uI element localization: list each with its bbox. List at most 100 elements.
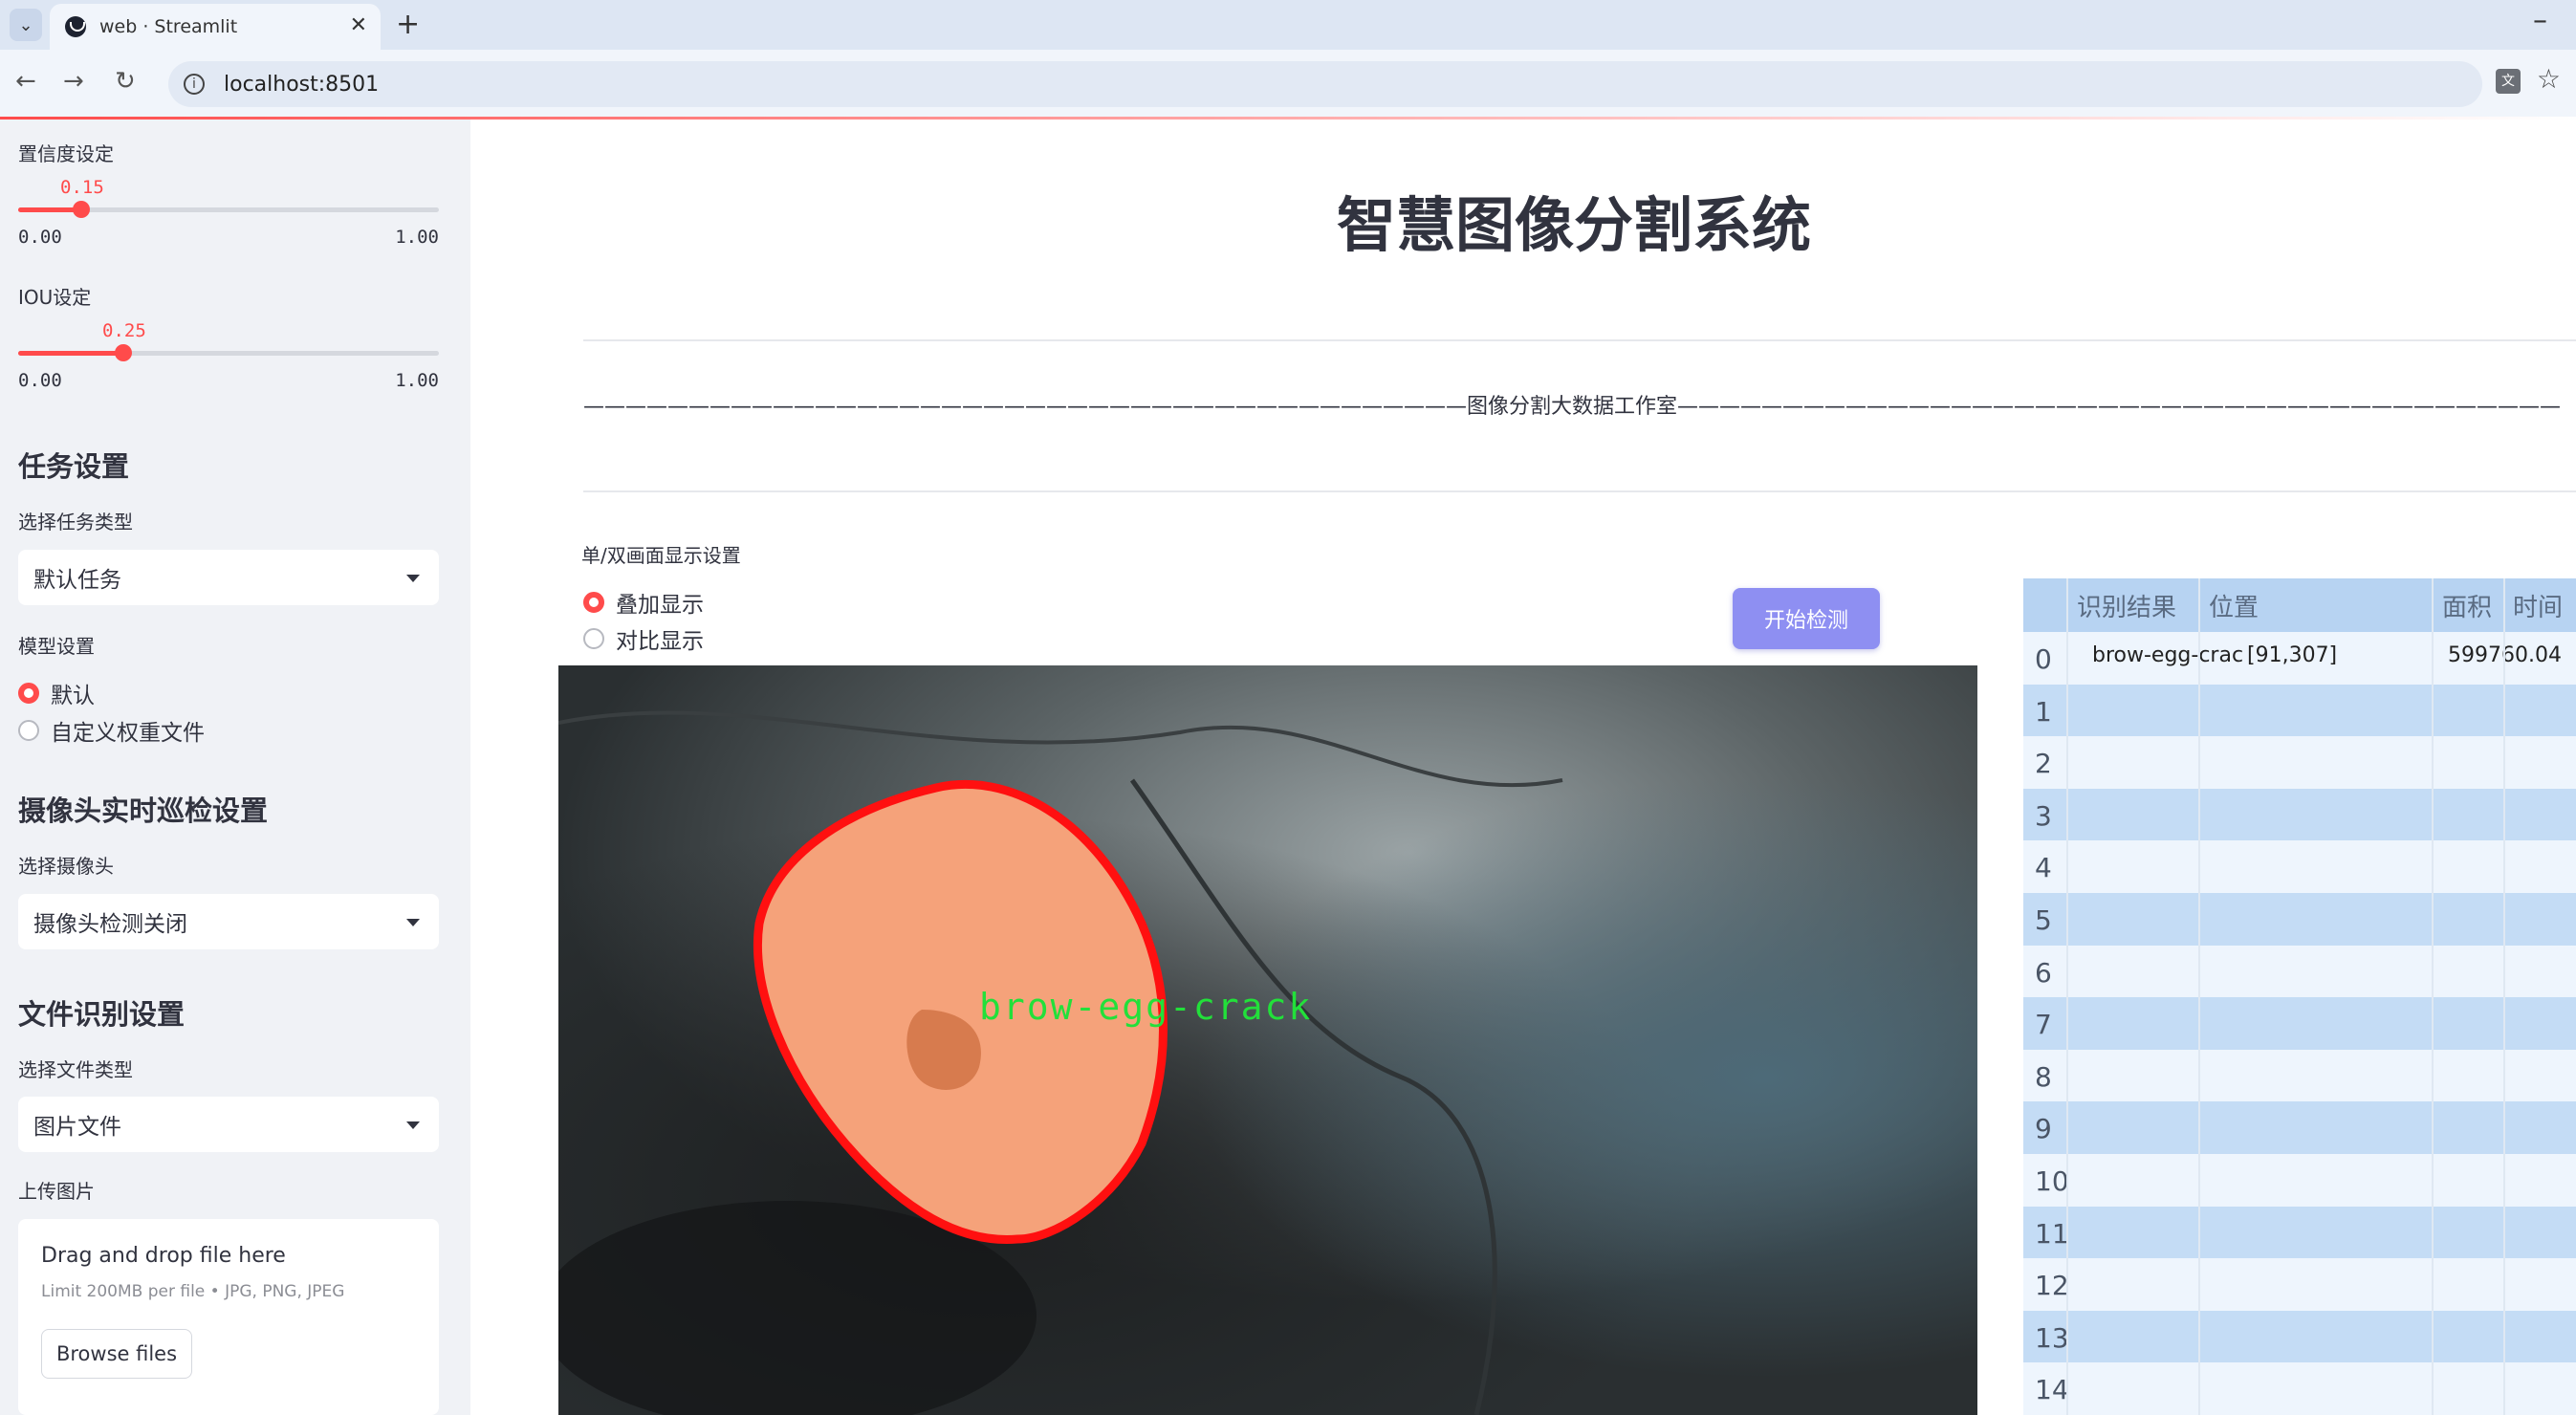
camera-label: 选择摄像头 xyxy=(18,855,114,878)
back-arrow-icon[interactable]: ← xyxy=(15,67,36,96)
file-type-label: 选择文件类型 xyxy=(18,1058,133,1081)
detection-result-image: brow-egg-crack xyxy=(558,665,1977,1415)
column-header-result[interactable]: 识别结果 xyxy=(2077,588,2176,623)
chevron-down-icon xyxy=(406,1121,420,1129)
new-tab-icon[interactable]: + xyxy=(396,8,420,41)
row-index: 2 xyxy=(2035,748,2052,780)
model-label: 模型设置 xyxy=(18,635,95,658)
iou-thumb[interactable] xyxy=(115,344,132,361)
column-header-area[interactable]: 面积 xyxy=(2442,588,2492,623)
table-row[interactable]: 8 xyxy=(2023,1049,2576,1102)
iou-track[interactable] xyxy=(18,344,439,361)
iou-slider[interactable]: 0.25 0.00 1.00 xyxy=(18,320,439,391)
detection-label-text: brow-egg-crack xyxy=(979,986,1312,1028)
iou-max: 1.00 xyxy=(395,370,439,391)
upload-label: 上传图片 xyxy=(18,1180,95,1203)
column-header-position[interactable]: 位置 xyxy=(2209,588,2259,623)
table-row[interactable]: 12 xyxy=(2023,1258,2576,1312)
results-table[interactable]: 识别结果 位置 面积 时间 0 brow-egg-crac [91,307] 5997… xyxy=(2023,578,2576,1415)
minimize-window-icon[interactable]: – xyxy=(2533,4,2547,37)
file-dropzone[interactable]: Drag and drop file here Limit 200MB per … xyxy=(18,1219,439,1415)
row-index: 9 xyxy=(2035,1113,2052,1145)
camera-value: 摄像头检测关闭 xyxy=(33,912,187,937)
column-header-time[interactable]: 时间 xyxy=(2513,588,2563,623)
radio-unselected-icon[interactable] xyxy=(18,720,39,741)
page-title: 智慧图像分割系统 xyxy=(1336,190,1811,260)
table-row[interactable]: 7 xyxy=(2023,997,2576,1051)
main-content: 智慧图像分割系统 ———————————————————————————————… xyxy=(470,120,2576,1415)
confidence-min: 0.00 xyxy=(18,227,62,248)
column-divider xyxy=(2503,578,2505,1415)
forward-arrow-icon[interactable]: → xyxy=(63,67,84,96)
chevron-down-icon xyxy=(406,575,420,582)
iou-label: IOU设定 xyxy=(18,286,92,309)
model-option-default[interactable]: 默认 xyxy=(18,677,95,709)
browser-tab[interactable]: web · Streamlit ✕ xyxy=(50,4,381,50)
display-option-compare[interactable]: 对比显示 xyxy=(583,622,704,655)
task-type-label: 选择任务类型 xyxy=(18,511,133,533)
studio-banner: ————————————————————————————————————————… xyxy=(583,395,2562,419)
task-type-select[interactable]: 默认任务 xyxy=(18,550,439,605)
confidence-label: 置信度设定 xyxy=(18,142,114,165)
table-row[interactable]: 6 xyxy=(2023,945,2576,998)
browser-address-bar: ← → ↻ i localhost:8501 文 ☆ xyxy=(0,50,2576,117)
table-row[interactable]: 4 xyxy=(2023,840,2576,894)
column-divider xyxy=(2198,578,2200,1415)
table-row[interactable]: 3 xyxy=(2023,788,2576,841)
radio-selected-icon[interactable] xyxy=(18,683,39,704)
close-tab-icon[interactable]: ✕ xyxy=(350,13,367,37)
table-header: 识别结果 位置 面积 时间 xyxy=(2023,578,2576,632)
table-row[interactable]: 0 brow-egg-crac [91,307] 59976 0.04 xyxy=(2023,632,2576,685)
dropzone-title: Drag and drop file here xyxy=(41,1244,286,1268)
table-row[interactable]: 13 xyxy=(2023,1310,2576,1363)
file-type-value: 图片文件 xyxy=(33,1115,121,1140)
row-index: 11 xyxy=(2035,1217,2069,1250)
cell-time: 0.04 xyxy=(2515,643,2562,667)
dropzone-limit: Limit 200MB per file • JPG, PNG, JPEG xyxy=(41,1282,345,1301)
radio-selected-icon[interactable] xyxy=(583,592,604,613)
row-index: 12 xyxy=(2035,1270,2069,1302)
table-row[interactable]: 9 xyxy=(2023,1101,2576,1155)
url-text: localhost:8501 xyxy=(224,72,380,97)
bookmark-star-icon[interactable]: ☆ xyxy=(2537,63,2561,95)
file-heading: 文件识别设置 xyxy=(18,998,186,1031)
iou-min: 0.00 xyxy=(18,370,62,391)
row-index: 8 xyxy=(2035,1060,2052,1093)
display-option-overlay[interactable]: 叠加显示 xyxy=(583,586,704,619)
start-detection-button[interactable]: 开始检测 xyxy=(1733,588,1880,649)
confidence-value: 0.15 xyxy=(60,177,104,198)
camera-heading: 摄像头实时巡检设置 xyxy=(18,795,269,827)
file-type-select[interactable]: 图片文件 xyxy=(18,1097,439,1152)
column-divider xyxy=(2432,578,2434,1415)
row-index: 13 xyxy=(2035,1321,2069,1354)
url-field[interactable]: i localhost:8501 xyxy=(168,61,2482,107)
row-index: 1 xyxy=(2035,695,2052,728)
browser-tab-bar: ⌄ web · Streamlit ✕ + – xyxy=(0,0,2576,50)
divider xyxy=(583,339,2576,341)
translate-icon[interactable]: 文 xyxy=(2496,69,2521,94)
radio-unselected-icon[interactable] xyxy=(583,628,604,649)
table-row[interactable]: 14 xyxy=(2023,1362,2576,1415)
confidence-slider[interactable]: 0.15 0.00 1.00 xyxy=(18,177,439,248)
table-row[interactable]: 2 xyxy=(2023,736,2576,790)
confidence-thumb[interactable] xyxy=(73,201,90,218)
column-divider xyxy=(2066,578,2068,1415)
tab-title: web · Streamlit xyxy=(99,16,238,37)
browse-files-button[interactable]: Browse files xyxy=(41,1329,192,1379)
display-mode-label: 单/双画面显示设置 xyxy=(581,544,741,567)
table-row[interactable]: 10 xyxy=(2023,1154,2576,1207)
table-row[interactable]: 11 xyxy=(2023,1206,2576,1259)
iou-fill xyxy=(18,351,123,356)
confidence-track[interactable] xyxy=(18,201,439,218)
reload-icon[interactable]: ↻ xyxy=(115,67,136,96)
model-option-custom[interactable]: 自定义权重文件 xyxy=(18,714,205,747)
sidebar: 置信度设定 0.15 0.00 1.00 IOU设定 0.25 0.00 1.0… xyxy=(0,120,470,1415)
table-row[interactable]: 1 xyxy=(2023,684,2576,737)
cell-position: [91,307] xyxy=(2247,643,2338,667)
table-row[interactable]: 5 xyxy=(2023,893,2576,946)
site-info-icon[interactable]: i xyxy=(184,74,205,95)
row-index: 10 xyxy=(2035,1165,2069,1197)
tab-list-chevron-icon[interactable]: ⌄ xyxy=(10,9,42,41)
row-index: 3 xyxy=(2035,799,2052,832)
camera-select[interactable]: 摄像头检测关闭 xyxy=(18,894,439,949)
